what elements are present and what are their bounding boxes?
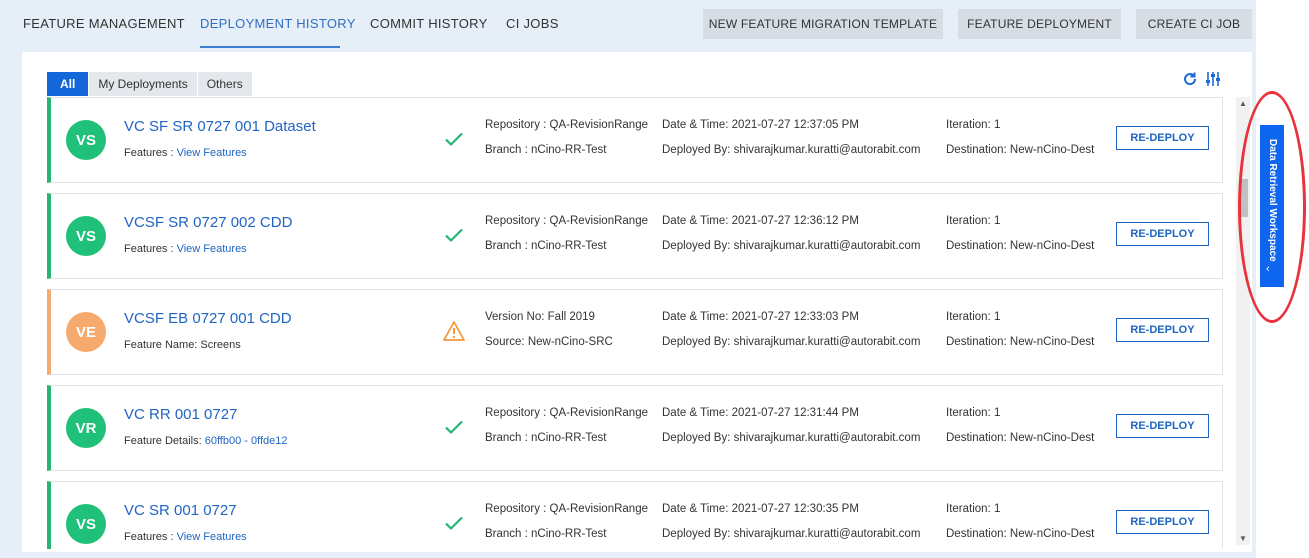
re-deploy-button[interactable]: RE-DEPLOY [1116,126,1209,150]
tab-feature-management[interactable]: FEATURE MANAGEMENT [23,16,185,31]
warning-triangle-icon [443,320,465,342]
active-tab-indicator [200,46,340,48]
branch-info: Branch : nCino-RR-Test [485,240,607,252]
deployed-by: Deployed By: shivarajkumar.kuratti@autor… [662,432,921,444]
repository-info: Repository : QA-RevisionRange [485,503,648,515]
deployment-row: VE VCSF EB 0727 001 CDD Feature Name: Sc… [47,289,1223,375]
tab-ci-jobs[interactable]: CI JOBS [506,16,559,31]
scroll-up-arrow-icon[interactable]: ▲ [1239,99,1247,108]
re-deploy-button[interactable]: RE-DEPLOY [1116,318,1209,342]
repository-info: Repository : QA-RevisionRange [485,215,648,227]
repository-info: Repository : QA-RevisionRange [485,407,648,419]
deployment-datetime: Date & Time: 2021-07-27 12:31:44 PM [662,407,859,419]
deployment-datetime: Date & Time: 2021-07-27 12:33:03 PM [662,311,859,323]
destination-info: Destination: New-nCino-Dest [946,528,1095,540]
deployed-by: Deployed By: shivarajkumar.kuratti@autor… [662,144,921,156]
iteration-info: Iteration: 1 [946,407,1001,419]
deployment-list: VS VC SF SR 0727 001 Dataset Features : … [47,97,1223,549]
deployment-datetime: Date & Time: 2021-07-27 12:37:05 PM [662,119,859,131]
destination-info: Destination: New-nCino-Dest [946,432,1095,444]
success-check-icon [443,416,465,438]
deployment-title[interactable]: VC SR 001 0727 [124,502,237,519]
refresh-icon[interactable] [1182,71,1198,87]
subtab-others[interactable]: Others [197,72,253,96]
branch-info: Branch : nCino-RR-Test [485,144,607,156]
deployment-features: Features : View Features [124,531,247,543]
deployment-features: Features : View Features [124,243,247,255]
filter-sliders-icon[interactable] [1205,71,1221,87]
features-label: Features : [124,243,177,255]
avatar: VS [66,216,106,256]
deployment-title[interactable]: VCSF EB 0727 001 CDD [124,310,292,327]
feature-name-value: Screens [200,339,241,351]
destination-info: Destination: New-nCino-Dest [946,240,1095,252]
deployment-feature-name: Feature Name: Screens [124,339,241,351]
deployment-row: VR VC RR 001 0727 Feature Details: 60ffb… [47,385,1223,471]
deployment-row: VS VC SF SR 0727 001 Dataset Features : … [47,97,1223,183]
deployment-features: Features : View Features [124,147,247,159]
success-check-icon [443,512,465,534]
re-deploy-button[interactable]: RE-DEPLOY [1116,222,1209,246]
deployment-title[interactable]: VC SF SR 0727 001 Dataset [124,118,316,135]
iteration-info: Iteration: 1 [946,503,1001,515]
view-features-link[interactable]: View Features [177,243,247,255]
feature-deployment-button[interactable]: FEATURE DEPLOYMENT [958,9,1121,39]
iteration-info: Iteration: 1 [946,311,1001,323]
deployment-row: VS VCSF SR 0727 002 CDD Features : View … [47,193,1223,279]
feature-name-label: Feature Name: [124,339,201,351]
success-check-icon [443,224,465,246]
deployment-datetime: Date & Time: 2021-07-27 12:36:12 PM [662,215,859,227]
re-deploy-button[interactable]: RE-DEPLOY [1116,414,1209,438]
commit-range-link[interactable]: 60ffb00 - 0ffde12 [205,435,288,447]
deployment-filter-tabs: All My Deployments Others [47,72,253,96]
version-info: Version No: Fall 2019 [485,311,595,323]
deployed-by: Deployed By: shivarajkumar.kuratti@autor… [662,336,921,348]
feature-details-label: Feature Details: [124,435,205,447]
features-label: Features : [124,531,177,543]
repository-info: Repository : QA-RevisionRange [485,119,648,131]
deployment-title[interactable]: VC RR 001 0727 [124,406,237,423]
subtab-all[interactable]: All [47,72,90,96]
avatar: VR [66,408,106,448]
tab-commit-history[interactable]: COMMIT HISTORY [370,16,488,31]
branch-info: Branch : nCino-RR-Test [485,528,607,540]
branch-info: Branch : nCino-RR-Test [485,432,607,444]
avatar: VS [66,504,106,544]
create-ci-job-button[interactable]: CREATE CI JOB [1136,9,1252,39]
deployed-by: Deployed By: shivarajkumar.kuratti@autor… [662,240,921,252]
iteration-info: Iteration: 1 [946,215,1001,227]
source-info: Source: New-nCino-SRC [485,336,613,348]
new-feature-migration-template-button[interactable]: NEW FEATURE MIGRATION TEMPLATE [703,9,943,39]
annotation-highlight-oval [1238,91,1306,323]
iteration-info: Iteration: 1 [946,119,1001,131]
features-label: Features : [124,147,177,159]
re-deploy-button[interactable]: RE-DEPLOY [1116,510,1209,534]
subtab-my-deployments[interactable]: My Deployments [89,72,198,96]
deployment-datetime: Date & Time: 2021-07-27 12:30:35 PM [662,503,859,515]
avatar: VE [66,312,106,352]
tab-deployment-history[interactable]: DEPLOYMENT HISTORY [200,16,356,31]
destination-info: Destination: New-nCino-Dest [946,144,1095,156]
top-navigation: FEATURE MANAGEMENT DEPLOYMENT HISTORY CO… [0,0,1256,48]
view-features-link[interactable]: View Features [177,531,247,543]
deployed-by: Deployed By: shivarajkumar.kuratti@autor… [662,528,921,540]
scroll-down-arrow-icon[interactable]: ▼ [1239,534,1247,543]
destination-info: Destination: New-nCino-Dest [946,336,1095,348]
avatar: VS [66,120,106,160]
deployment-row: VS VC SR 001 0727 Features : View Featur… [47,481,1223,549]
view-features-link[interactable]: View Features [177,147,247,159]
deployment-feature-details: Feature Details: 60ffb00 - 0ffde12 [124,435,287,447]
success-check-icon [443,128,465,150]
deployment-title[interactable]: VCSF SR 0727 002 CDD [124,214,292,231]
